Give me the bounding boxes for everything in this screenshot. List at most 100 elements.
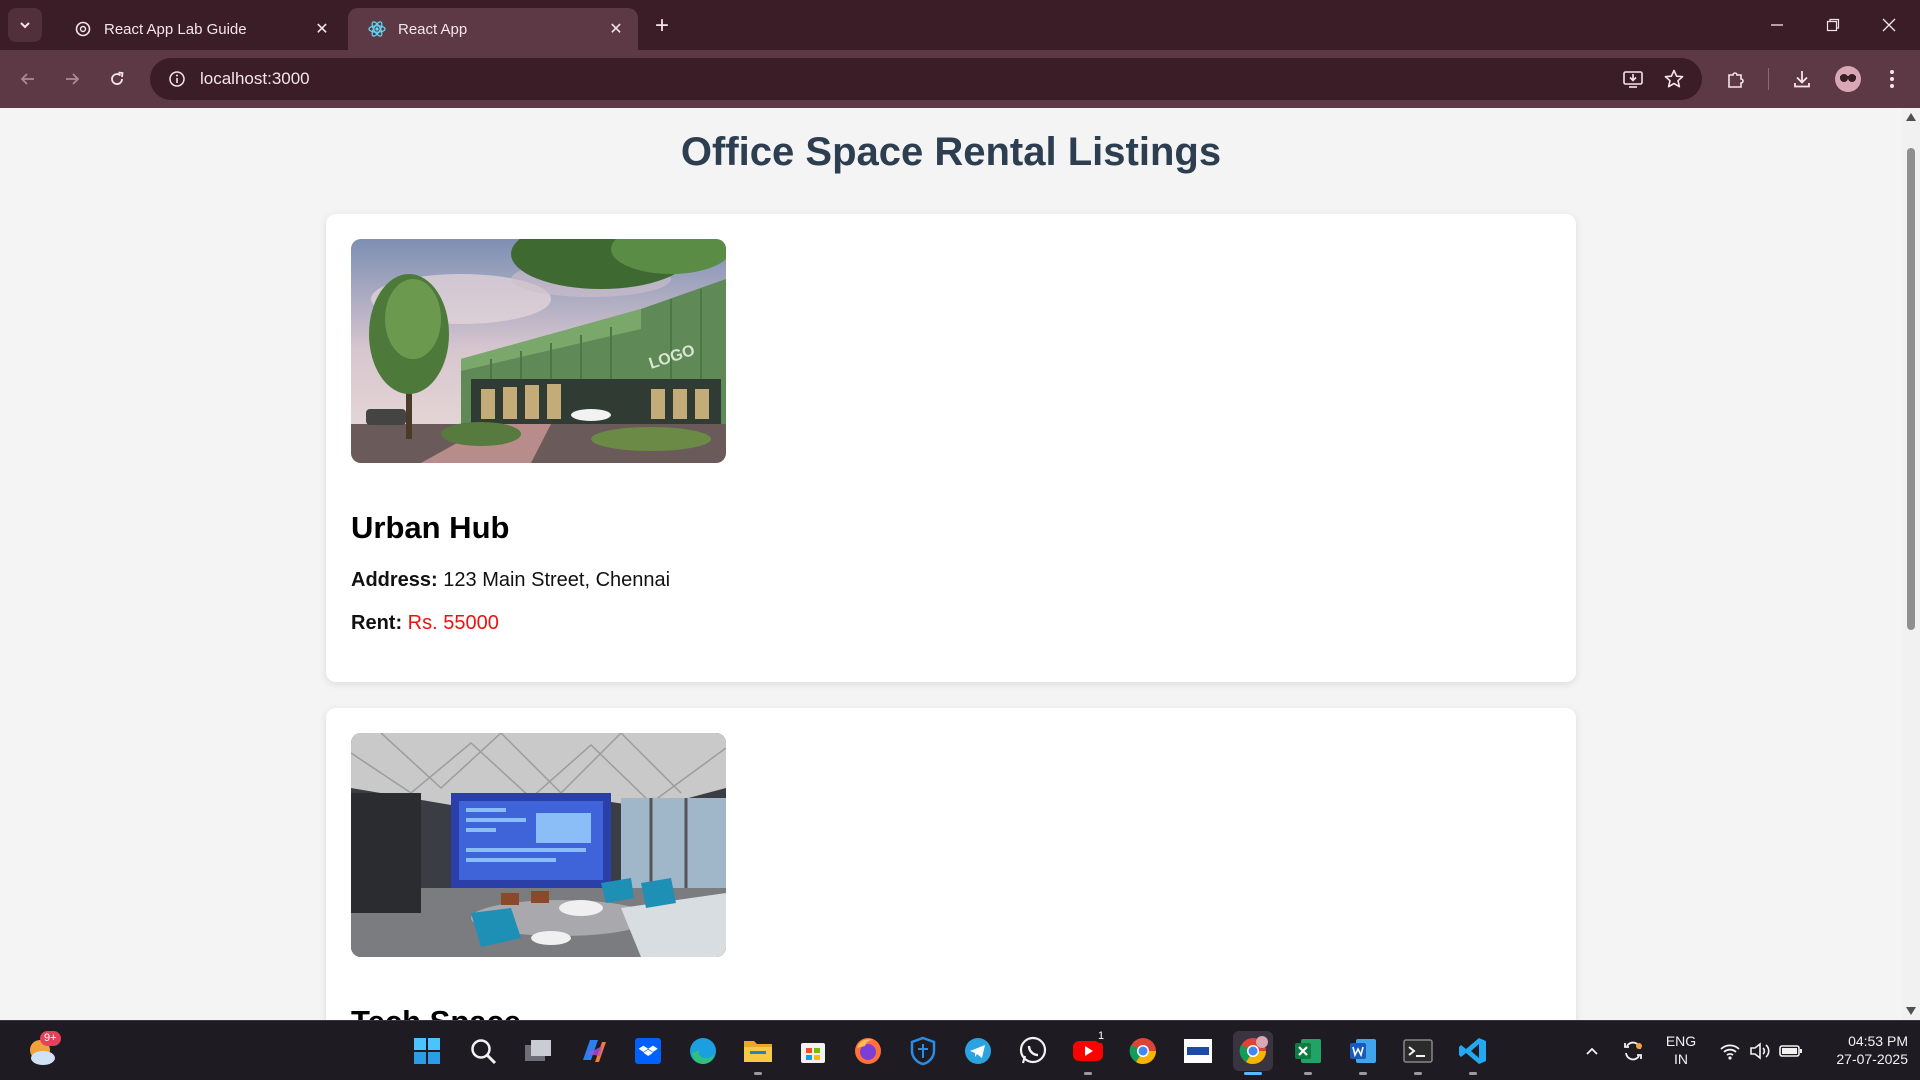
edge-icon xyxy=(690,1038,716,1064)
arrow-right-icon xyxy=(66,73,80,85)
quick-settings-button[interactable] xyxy=(1706,1031,1816,1071)
store-icon xyxy=(801,1043,825,1063)
puzzle-icon xyxy=(1728,72,1744,88)
tab-title: React App xyxy=(398,20,468,38)
tab-react-app-lab-guide[interactable]: React App Lab Guide ✕ xyxy=(54,8,344,50)
taskbar-app-word[interactable] xyxy=(1343,1031,1383,1075)
taskbar-search-button[interactable] xyxy=(463,1031,503,1071)
minimize-icon xyxy=(1771,24,1783,26)
task-view-icon xyxy=(525,1040,551,1061)
taskbar-app-unstop[interactable] xyxy=(1178,1031,1218,1071)
downloads-button[interactable] xyxy=(1786,63,1818,95)
taskbar-app-chrome-profile[interactable] xyxy=(1233,1031,1273,1075)
page-scrollbar[interactable] xyxy=(1902,108,1920,1020)
listing-address: Address: 123 Main Street, Chennai xyxy=(351,569,670,592)
clock[interactable]: 04:53 PM 27-07-2025 xyxy=(1808,1032,1908,1068)
taskbar-app-file-explorer[interactable] xyxy=(738,1031,778,1075)
taskbar-app-defender[interactable] xyxy=(903,1031,943,1071)
taskbar-app-vscode[interactable] xyxy=(1453,1031,1493,1075)
browser-menu-button[interactable] xyxy=(1876,63,1908,95)
taskbar-app-youtube[interactable]: 1 xyxy=(1068,1029,1108,1075)
taskbar-app-excel[interactable] xyxy=(1288,1031,1328,1075)
sync-status-button[interactable] xyxy=(1613,1031,1653,1071)
taskbar-app-telegram[interactable] xyxy=(958,1031,998,1071)
close-icon xyxy=(1882,18,1896,32)
browser-toolbar: localhost:3000 xyxy=(0,50,1920,108)
profile-avatar[interactable] xyxy=(1832,63,1864,95)
taskbar-app-whatsapp[interactable] xyxy=(1013,1031,1053,1071)
new-tab-button[interactable]: + xyxy=(648,12,676,40)
scrollbar-thumb[interactable] xyxy=(1907,148,1915,630)
region-code: IN xyxy=(1674,1051,1688,1067)
running-indicator xyxy=(1359,1072,1367,1075)
taskbar-app-chrome[interactable] xyxy=(1123,1031,1163,1071)
address-value: 123 Main Street, Chennai xyxy=(443,569,671,591)
listing-card: Tech Space xyxy=(326,708,1576,1020)
taskbar-app-edge[interactable] xyxy=(683,1031,723,1071)
taskbar-app-copilot[interactable] xyxy=(573,1031,613,1071)
tab-strip: React App Lab Guide ✕ React App ✕ + xyxy=(0,0,1920,50)
sync-icon xyxy=(1624,1041,1642,1061)
terminal-icon xyxy=(1403,1039,1433,1063)
running-indicator xyxy=(754,1072,762,1075)
react-icon xyxy=(368,20,386,38)
taskbar-app-dropbox[interactable] xyxy=(628,1031,668,1071)
chrome-icon xyxy=(1129,1038,1157,1065)
listing-image: LOGO xyxy=(351,239,726,463)
rent-label: Rent: xyxy=(351,612,403,634)
close-window-button[interactable] xyxy=(1861,0,1917,50)
volume-icon xyxy=(1750,1042,1770,1060)
taskbar-app-terminal[interactable] xyxy=(1398,1031,1438,1075)
toolbar-divider xyxy=(1768,68,1769,90)
dropbox-icon xyxy=(635,1038,661,1064)
extensions-button[interactable] xyxy=(1720,63,1752,95)
clock-time: 04:53 PM xyxy=(1848,1033,1908,1049)
firefox-icon xyxy=(855,1038,881,1064)
input-language[interactable]: ENG IN xyxy=(1656,1032,1706,1068)
restore-icon xyxy=(1826,18,1840,32)
scroll-down-arrow-icon[interactable] xyxy=(1906,1006,1916,1016)
weather-widget[interactable]: 9+ xyxy=(22,1031,62,1071)
minimize-button[interactable] xyxy=(1749,0,1805,50)
shield-icon xyxy=(910,1036,936,1066)
folder-icon xyxy=(744,1041,772,1062)
chevron-down-icon xyxy=(20,22,30,29)
start-button[interactable] xyxy=(407,1031,447,1071)
listing-name: Urban Hub xyxy=(351,510,510,545)
excel-icon xyxy=(1295,1039,1321,1063)
url-text[interactable]: localhost:3000 xyxy=(200,69,310,89)
show-hidden-icons-button[interactable] xyxy=(1572,1031,1612,1071)
tab-react-app[interactable]: React App ✕ xyxy=(348,8,638,50)
windows-start-icon xyxy=(414,1038,440,1064)
download-icon xyxy=(1794,71,1810,88)
task-view-button[interactable] xyxy=(518,1031,558,1071)
vscode-icon xyxy=(1459,1038,1486,1064)
running-indicator xyxy=(1084,1072,1092,1075)
scroll-up-arrow-icon[interactable] xyxy=(1906,112,1916,122)
install-app-icon[interactable] xyxy=(1622,58,1644,100)
taskbar-app-microsoft-store[interactable] xyxy=(793,1031,833,1071)
chrome-profile-icon xyxy=(1239,1036,1268,1065)
search-icon xyxy=(471,1039,497,1065)
listing-image xyxy=(351,733,726,957)
language-code: ENG xyxy=(1665,1033,1697,1049)
tab-search-button[interactable] xyxy=(8,8,42,42)
office-interior-image xyxy=(351,733,726,957)
reload-button[interactable] xyxy=(101,63,133,95)
whatsapp-icon xyxy=(1019,1036,1047,1064)
openai-icon xyxy=(74,20,92,38)
battery-icon xyxy=(1779,1045,1802,1057)
close-tab-icon[interactable]: ✕ xyxy=(606,19,626,39)
restore-button[interactable] xyxy=(1805,0,1861,50)
back-button[interactable] xyxy=(12,63,44,95)
close-tab-icon[interactable]: ✕ xyxy=(312,19,332,39)
reload-icon xyxy=(111,71,124,85)
running-indicator xyxy=(1414,1072,1422,1075)
clock-date: 27-07-2025 xyxy=(1836,1051,1908,1067)
site-info-icon[interactable] xyxy=(164,66,190,92)
wifi-icon xyxy=(1720,1044,1740,1060)
bookmark-star-icon[interactable] xyxy=(1663,58,1685,100)
taskbar-app-firefox[interactable] xyxy=(848,1031,888,1071)
forward-button[interactable] xyxy=(56,63,88,95)
address-bar[interactable]: localhost:3000 xyxy=(150,58,1702,100)
